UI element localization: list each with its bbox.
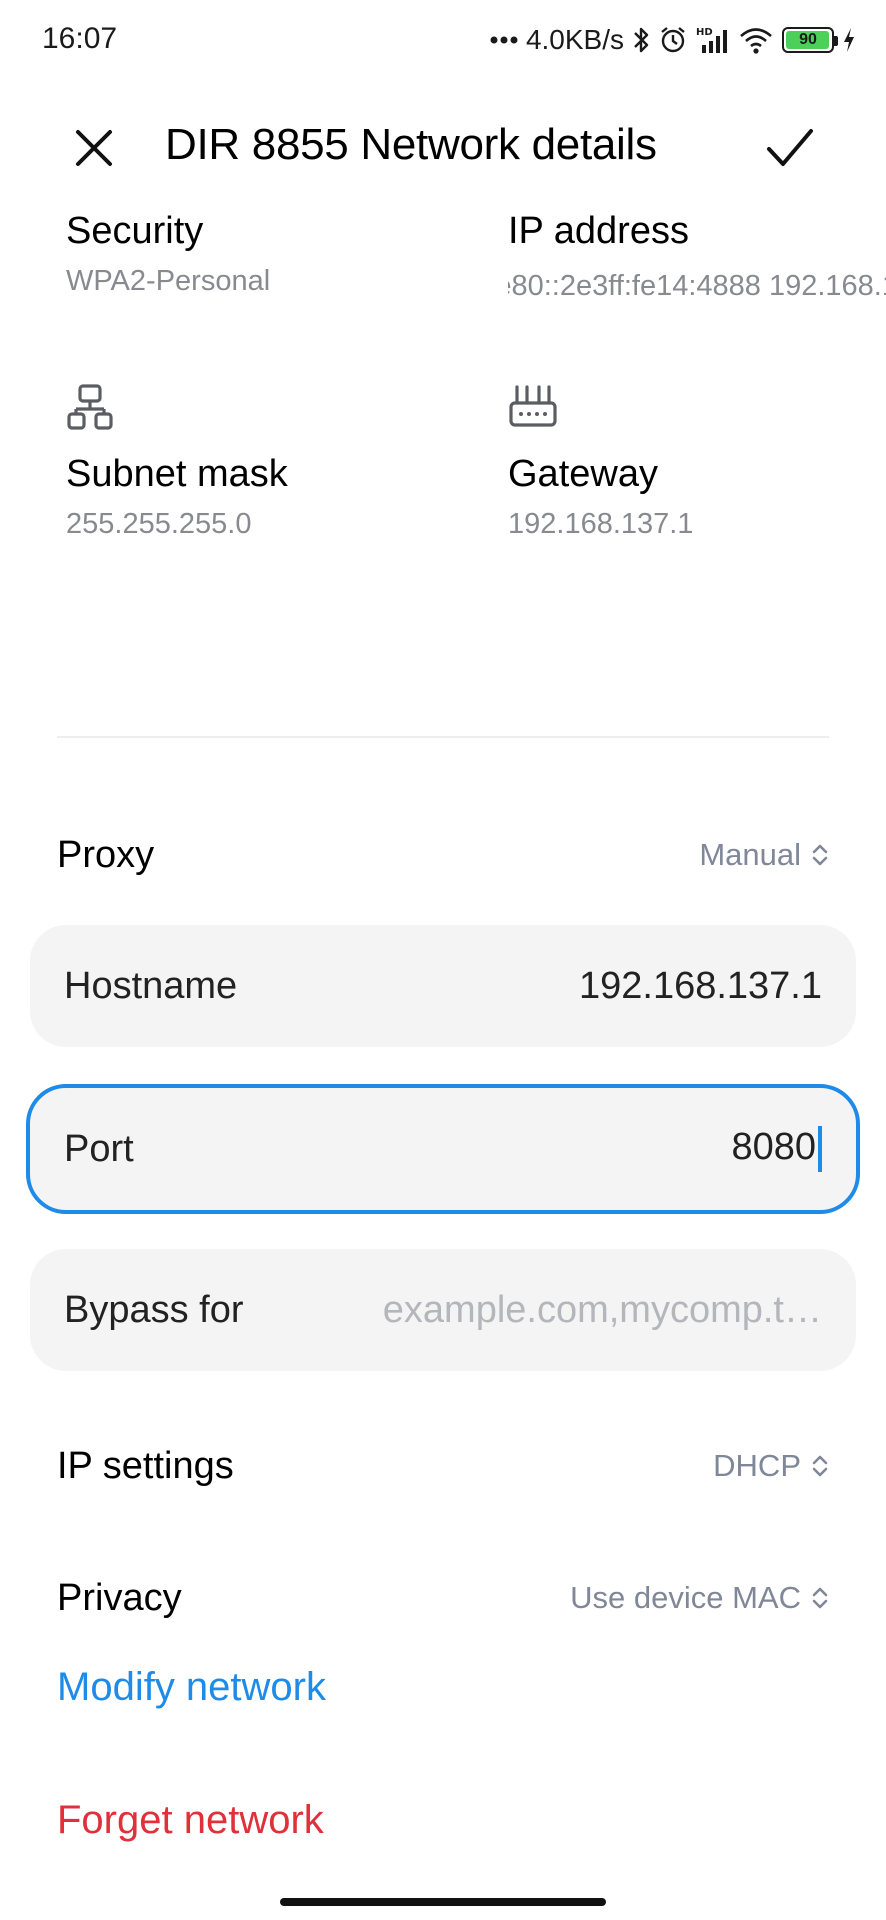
more-dots-icon bbox=[490, 35, 518, 45]
header: DIR 8855 Network details bbox=[0, 110, 886, 180]
proxy-row[interactable]: Proxy Manual bbox=[57, 820, 829, 890]
ip-address-label: IP address bbox=[508, 210, 689, 252]
chevron-up-down-icon bbox=[812, 1455, 828, 1477]
router-icon bbox=[508, 383, 560, 435]
wifi-icon bbox=[738, 25, 774, 55]
modify-network-link[interactable]: Modify network bbox=[57, 1665, 326, 1710]
status-time: 16:07 bbox=[42, 22, 118, 55]
port-label: Port bbox=[64, 1127, 134, 1170]
chevron-up-down-icon bbox=[812, 1587, 828, 1609]
security-label: Security bbox=[66, 210, 204, 252]
gateway-label: Gateway bbox=[508, 453, 658, 495]
privacy-row[interactable]: Privacy Use device MAC bbox=[57, 1563, 829, 1633]
gateway-value: 192.168.137.1 bbox=[508, 508, 694, 540]
subnet-mask-value: 255.255.255.0 bbox=[66, 508, 252, 540]
privacy-selector[interactable]: Use device MAC bbox=[570, 1580, 829, 1616]
hd-signal-icon: HD bbox=[696, 25, 730, 55]
checkmark-icon bbox=[767, 129, 813, 166]
close-icon bbox=[76, 130, 112, 166]
hostname-value[interactable]: 192.168.137.1 bbox=[579, 965, 822, 1008]
close-button[interactable] bbox=[70, 124, 118, 172]
page-title: DIR 8855 Network details bbox=[165, 120, 657, 169]
ip-address-detail: IP address bbox=[508, 210, 886, 253]
svg-text:HD: HD bbox=[696, 27, 713, 38]
network-speed: 4.0KB/s bbox=[525, 24, 624, 55]
proxy-selector[interactable]: Manual bbox=[699, 837, 829, 873]
forget-network-link[interactable]: Forget network bbox=[57, 1798, 324, 1843]
privacy-label: Privacy bbox=[57, 1576, 182, 1619]
charging-icon bbox=[842, 26, 856, 54]
ip-settings-value: DHCP bbox=[713, 1448, 801, 1483]
confirm-button[interactable] bbox=[762, 122, 818, 174]
bypass-field[interactable]: Bypass for bbox=[30, 1249, 856, 1371]
home-indicator[interactable] bbox=[280, 1898, 606, 1906]
security-detail: Security WPA2-Personal bbox=[66, 210, 466, 298]
bluetooth-icon bbox=[632, 25, 650, 55]
ip-settings-row[interactable]: IP settings DHCP bbox=[57, 1431, 829, 1501]
proxy-label: Proxy bbox=[57, 833, 155, 876]
status-bar: 16:07 4.0KB/s HD 90 bbox=[0, 0, 886, 80]
ip-settings-label: IP settings bbox=[57, 1444, 234, 1487]
gateway-detail: Gateway 192.168.137.1 bbox=[508, 383, 886, 541]
privacy-value: Use device MAC bbox=[570, 1580, 801, 1615]
bypass-label: Bypass for bbox=[64, 1288, 244, 1331]
text-caret bbox=[818, 1126, 822, 1172]
battery-level: 90 bbox=[799, 31, 817, 48]
subnet-mask-detail: Subnet mask 255.255.255.0 bbox=[66, 383, 466, 541]
bypass-input[interactable] bbox=[362, 1288, 822, 1332]
status-icons: 4.0KB/s HD 90 bbox=[490, 22, 856, 58]
ip-address-value: fe80::2e3ff:fe14:4888 192.168.1 bbox=[508, 270, 886, 302]
port-field[interactable]: Port 8080 bbox=[26, 1084, 860, 1214]
proxy-value: Manual bbox=[699, 837, 801, 872]
chevron-up-down-icon bbox=[812, 844, 828, 866]
port-value-wrapper[interactable]: 8080 bbox=[731, 1126, 822, 1172]
hostname-label: Hostname bbox=[64, 964, 238, 1007]
section-divider bbox=[57, 736, 829, 738]
battery-icon: 90 bbox=[782, 27, 838, 53]
hostname-field[interactable]: Hostname 192.168.137.1 bbox=[30, 925, 856, 1047]
ip-settings-selector[interactable]: DHCP bbox=[713, 1448, 829, 1484]
security-value: WPA2-Personal bbox=[66, 265, 271, 297]
port-value[interactable]: 8080 bbox=[731, 1126, 816, 1168]
ip-address-value-clip: fe80::2e3ff:fe14:4888 192.168.1 bbox=[508, 270, 886, 310]
alarm-icon bbox=[658, 25, 688, 55]
subnet-mask-label: Subnet mask bbox=[66, 453, 288, 495]
network-topology-icon bbox=[66, 383, 118, 435]
